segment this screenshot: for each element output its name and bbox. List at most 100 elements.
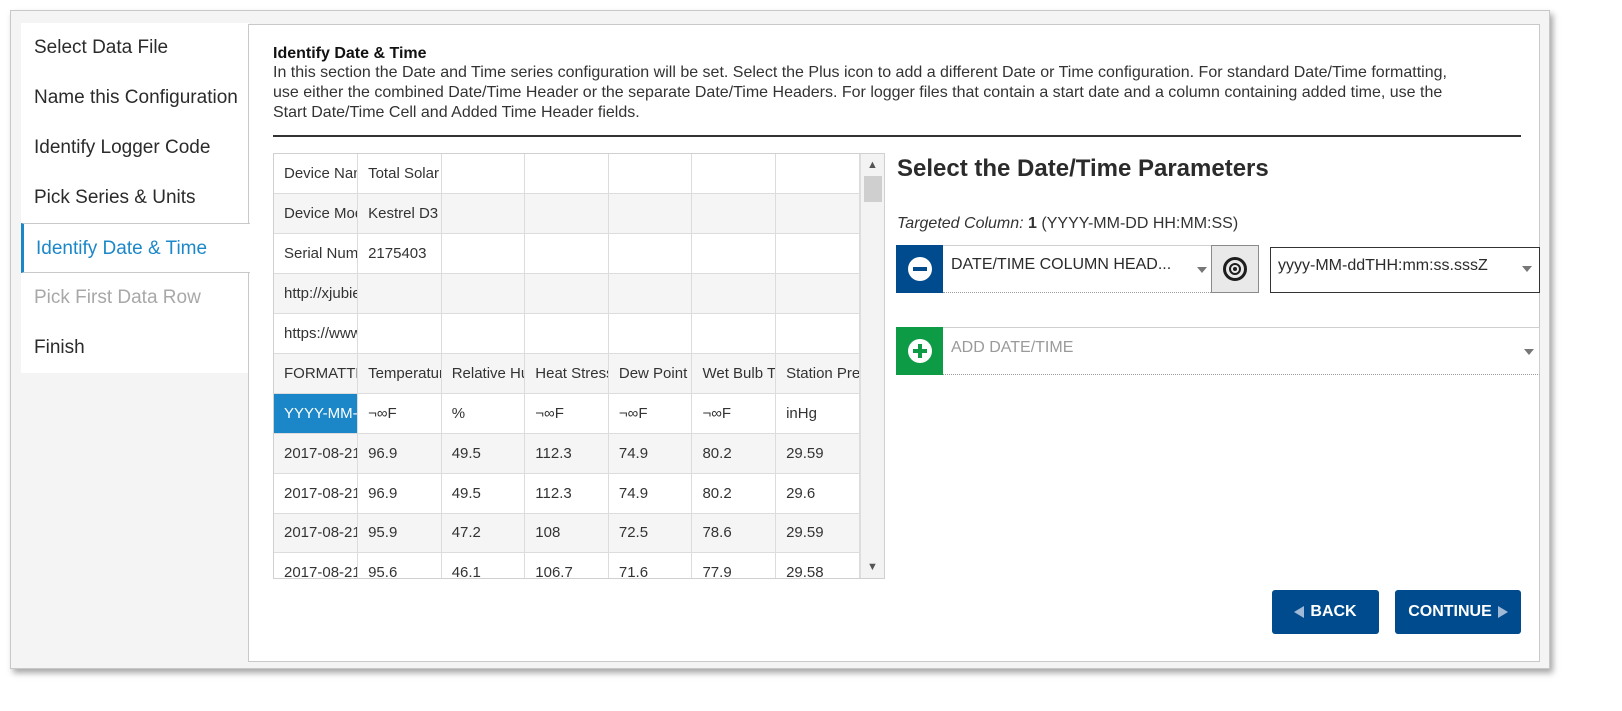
table-cell[interactable]: 78.6	[691, 513, 777, 554]
table-cell[interactable]	[775, 273, 860, 315]
table-cell[interactable]: 72.5	[608, 513, 693, 554]
table-cell[interactable]: 96.9	[357, 433, 442, 474]
table-cell[interactable]	[524, 193, 609, 235]
table-cell[interactable]: 47.2	[441, 513, 526, 554]
step-name-configuration[interactable]: Name this Configuration	[21, 73, 249, 123]
table-cell[interactable]: 96.9	[357, 473, 442, 514]
table-cell[interactable]	[441, 273, 526, 315]
chevron-up-icon[interactable]: ▲	[861, 154, 884, 176]
table-cell[interactable]: 95.6	[357, 552, 442, 578]
table-cell[interactable]	[524, 154, 609, 195]
data-preview-grid: Device NameTotal SolarDevice ModelKestre…	[273, 153, 885, 579]
table-cell[interactable]	[691, 313, 777, 354]
table-cell[interactable]: 29.6	[775, 473, 860, 514]
table-cell[interactable]: http://xjubier	[274, 273, 359, 315]
table-cell[interactable]: Device Model	[274, 193, 359, 235]
table-cell[interactable]: Wet Bulb Temp	[691, 353, 777, 394]
add-datetime-row: ADD DATE/TIME	[896, 327, 1540, 375]
table-cell[interactable]	[524, 273, 609, 315]
table-cell[interactable]	[608, 273, 693, 315]
table-cell[interactable]: 74.9	[608, 473, 693, 514]
chevron-down-icon[interactable]: ▼	[861, 556, 884, 578]
table-cell[interactable]	[608, 193, 693, 235]
table-cell[interactable]: Heat Stress	[524, 353, 609, 394]
table-cell[interactable]: 29.59	[775, 513, 860, 554]
table-cell[interactable]: 106.7	[524, 552, 609, 578]
table-cell[interactable]	[441, 154, 526, 195]
table-cell[interactable]: 29.59	[775, 433, 860, 474]
triangle-right-icon	[1497, 606, 1508, 618]
table-cell[interactable]: 29.58	[775, 552, 860, 578]
table-cell[interactable]	[691, 193, 777, 235]
table-cell[interactable]	[441, 193, 526, 235]
table-cell[interactable]: 108	[524, 513, 609, 554]
table-cell[interactable]: inHg	[775, 393, 860, 434]
table-cell[interactable]	[357, 313, 442, 354]
table-cell[interactable]	[691, 273, 777, 315]
table-cell[interactable]: YYYY-MM-DD	[274, 393, 359, 434]
table-cell[interactable]: 2017-08-21	[274, 433, 359, 474]
table-cell[interactable]	[441, 313, 526, 354]
table-cell[interactable]: 2017-08-21	[274, 513, 359, 554]
table-cell[interactable]	[524, 313, 609, 354]
table-cell[interactable]: 71.6	[608, 552, 693, 578]
column-type-select[interactable]: DATE/TIME COLUMN HEAD...	[943, 245, 1211, 293]
table-cell[interactable]: 80.2	[691, 473, 777, 514]
minus-circle-icon	[907, 257, 932, 281]
datetime-format-select[interactable]: yyyy-MM-ddTHH:mm:ss.sssZ	[1270, 247, 1540, 293]
step-finish[interactable]: Finish	[21, 323, 249, 373]
scrollbar-thumb[interactable]	[864, 176, 882, 202]
table-cell[interactable]: Temperature	[357, 353, 442, 394]
table-cell[interactable]: 112.3	[524, 473, 609, 514]
step-select-data-file[interactable]: Select Data File	[21, 23, 249, 73]
table-cell[interactable]: 2017-08-21	[274, 473, 359, 514]
continue-button[interactable]: CONTINUE	[1395, 590, 1521, 634]
table-cell[interactable]: %	[441, 393, 526, 434]
table-cell[interactable]: Station Pressure	[775, 353, 860, 394]
table-cell[interactable]	[524, 233, 609, 275]
table-cell[interactable]: 2017-08-21	[274, 552, 359, 578]
table-cell[interactable]: 80.2	[691, 433, 777, 474]
table-cell[interactable]	[775, 193, 860, 235]
table-cell[interactable]: Serial Number	[274, 233, 359, 275]
table-cell[interactable]: ¬∞F	[608, 393, 693, 434]
table-cell[interactable]	[608, 233, 693, 275]
table-cell[interactable]: Dew Point	[608, 353, 693, 394]
table-cell[interactable]: 77.9	[691, 552, 777, 578]
table-cell[interactable]: ¬∞F	[524, 393, 609, 434]
table-cell[interactable]	[691, 154, 777, 195]
table-cell[interactable]	[775, 233, 860, 275]
table-cell[interactable]: Total Solar	[357, 154, 442, 195]
table-cell[interactable]	[775, 154, 860, 195]
table-cell[interactable]	[441, 233, 526, 275]
table-cell[interactable]	[357, 273, 442, 315]
table-cell[interactable]	[608, 313, 693, 354]
table-cell[interactable]: 95.9	[357, 513, 442, 554]
table-cell[interactable]: 49.5	[441, 473, 526, 514]
table-cell[interactable]: FORMATTED	[274, 353, 359, 394]
table-cell[interactable]: Device Name	[274, 154, 359, 195]
intro-line: use either the combined Date/Time Header…	[273, 84, 1443, 101]
add-datetime-select[interactable]: ADD DATE/TIME	[943, 327, 1540, 375]
table-cell[interactable]: ¬∞F	[691, 393, 777, 434]
add-datetime-button[interactable]	[896, 327, 943, 375]
table-cell[interactable]: 46.1	[441, 552, 526, 578]
table-cell[interactable]: https://www	[274, 313, 359, 354]
table-cell[interactable]: Kestrel D3	[357, 193, 442, 235]
target-column-button[interactable]	[1211, 245, 1259, 293]
step-pick-series-units[interactable]: Pick Series & Units	[21, 173, 249, 223]
table-cell[interactable]: 2175403	[357, 233, 442, 275]
remove-datetime-button[interactable]	[896, 245, 943, 293]
table-cell[interactable]	[775, 313, 860, 354]
table-cell[interactable]: 49.5	[441, 433, 526, 474]
table-cell[interactable]	[691, 233, 777, 275]
table-cell[interactable]	[608, 154, 693, 195]
grid-scrollbar[interactable]: ▲ ▼	[860, 154, 884, 578]
table-cell[interactable]: Relative Humidity	[441, 353, 526, 394]
table-cell[interactable]: 74.9	[608, 433, 693, 474]
back-button[interactable]: BACK	[1272, 590, 1379, 634]
step-identify-logger-code[interactable]: Identify Logger Code	[21, 123, 249, 173]
step-identify-date-time[interactable]: Identify Date & Time	[21, 223, 250, 273]
table-cell[interactable]: ¬∞F	[357, 393, 442, 434]
table-cell[interactable]: 112.3	[524, 433, 609, 474]
